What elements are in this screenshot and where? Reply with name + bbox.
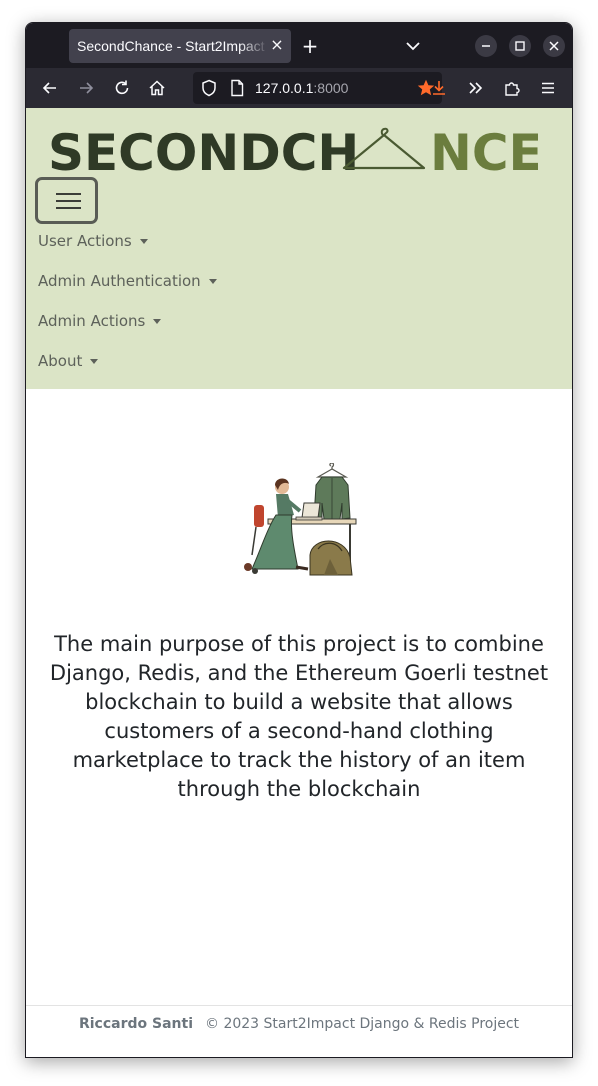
back-arrow-icon[interactable] <box>40 78 60 98</box>
footer-divider <box>26 1005 572 1006</box>
minimize-icon[interactable] <box>475 35 497 57</box>
forward-arrow-icon[interactable] <box>76 78 96 98</box>
overflow-chevrons-icon[interactable] <box>466 78 486 98</box>
web-page: SECONDCH NCE User Actions Admin Authenti… <box>26 108 572 1057</box>
hamburger-bar-bottom <box>56 207 81 209</box>
site-footer: Riccardo Santi © 2023 Start2Impact Django… <box>26 1016 572 1032</box>
footer-author: Riccardo Santi <box>78 1016 193 1032</box>
secondchance-logo[interactable]: SECONDCH NCE <box>48 124 538 176</box>
page-info-icon[interactable] <box>227 78 247 98</box>
url-text[interactable]: 127.0.0.1:8000 <box>255 80 348 96</box>
home-icon[interactable] <box>147 78 167 98</box>
nav-item-label: Admin Authentication <box>38 272 201 290</box>
nav-dropdown-admin-actions[interactable]: Admin Actions <box>38 309 162 333</box>
project-purpose-text: The main purpose of this project is to c… <box>49 632 549 801</box>
nav-dropdown-about[interactable]: About <box>38 349 99 373</box>
url-bar[interactable]: 127.0.0.1:8000 <box>193 72 442 104</box>
nav-item-label: Admin Actions <box>38 312 146 330</box>
hamburger-bar-middle <box>56 200 81 202</box>
nav-dropdown-user-actions[interactable]: User Actions <box>38 229 148 253</box>
nav-dropdown-admin-authentication[interactable]: Admin Authentication <box>38 269 217 293</box>
nav-item-label: User Actions <box>38 232 132 250</box>
navigation-toolbar: 127.0.0.1:8000 <box>26 68 572 108</box>
navbar-toggler-button[interactable] <box>35 177 98 224</box>
close-window-icon[interactable] <box>543 35 565 57</box>
new-tab-icon[interactable]: + <box>299 35 321 57</box>
tab-strip: SecondChance - Start2Impact × + <box>26 23 572 68</box>
downloads-icon[interactable] <box>429 78 449 98</box>
url-host: 127.0.0.1 <box>255 80 314 96</box>
caret-down-icon <box>208 278 217 284</box>
logo-text-green: NCE <box>430 124 538 176</box>
caret-down-icon <box>139 238 148 244</box>
hamburger-bar-top <box>56 193 81 195</box>
app-menu-icon[interactable] <box>538 78 558 98</box>
maximize-icon[interactable] <box>509 35 531 57</box>
site-navbar: SECONDCH NCE User Actions Admin Authenti… <box>26 108 572 389</box>
browser-window: SecondChance - Start2Impact × + 127.0.0.… <box>25 22 573 1058</box>
tracking-protection-shield-icon[interactable] <box>199 78 219 98</box>
list-all-tabs-icon[interactable] <box>402 35 424 57</box>
logo-text-dark: SECONDCH <box>48 124 359 176</box>
nav-item-label: About <box>38 352 83 370</box>
footer-copyright: © 2023 Start2Impact Django & Redis Proje… <box>205 1016 520 1032</box>
tab-close-icon[interactable]: × <box>268 36 286 54</box>
active-tab[interactable]: SecondChance - Start2Impact × <box>69 29 291 63</box>
woman-at-laptop-illustration <box>244 463 357 576</box>
tab-title-fade <box>239 29 269 63</box>
url-port: :8000 <box>313 80 349 96</box>
reload-icon[interactable] <box>112 78 132 98</box>
caret-down-icon <box>90 358 99 364</box>
caret-down-icon <box>153 318 162 324</box>
extensions-puzzle-icon[interactable] <box>502 78 522 98</box>
